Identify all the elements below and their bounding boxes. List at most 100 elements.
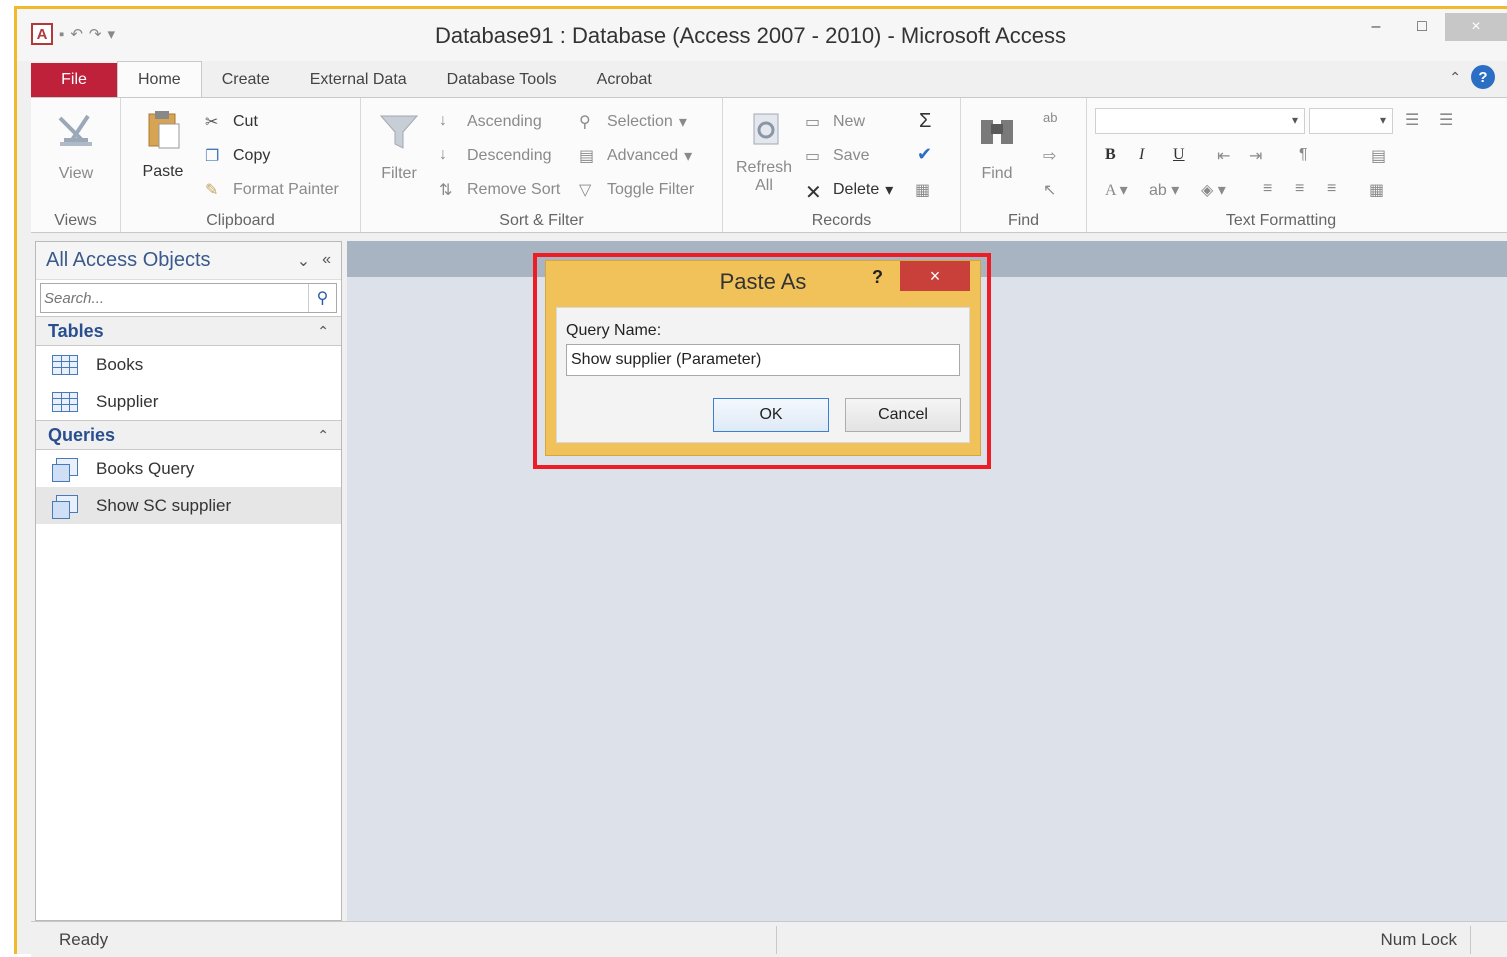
minimize-ribbon-icon[interactable]: ⌃ [1449,69,1461,86]
remove-sort-button[interactable]: ⇅ Remove Sort [439,180,560,200]
gridlines-button[interactable]: ▤ [1371,146,1386,166]
tab-external-data[interactable]: External Data [290,63,427,97]
copy-button[interactable]: ❐ Copy [205,146,270,166]
align-center-button[interactable]: ≡ [1295,180,1304,198]
selection-button[interactable]: ⚲ Selection ▾ [579,112,687,132]
new-record-button[interactable]: ▭ New [805,112,865,132]
descending-button[interactable]: ↓ Descending [439,146,552,166]
dialog-help-icon[interactable]: ? [872,267,883,288]
search-icon[interactable]: ⚲ [308,284,336,312]
scissors-icon: ✂ [205,114,219,131]
font-name-dropdown[interactable]: ▾ [1095,108,1305,134]
font-color-button[interactable]: A ▾ [1105,180,1128,200]
nav-item-books-table[interactable]: Books [36,346,341,383]
status-ready: Ready [59,930,109,949]
increase-indent-button[interactable]: ⇥ [1249,146,1262,166]
nav-item-label: Supplier [96,391,159,411]
toggle-filter-button[interactable]: ▽ Toggle Filter [579,180,694,200]
save-icon[interactable]: ▪ [59,26,64,43]
format-painter-button[interactable]: ✎ Format Painter [205,180,339,200]
nav-item-books-query[interactable]: Books Query [36,450,341,487]
cancel-button[interactable]: Cancel [845,398,961,432]
save-label: Save [833,147,870,164]
tab-home[interactable]: Home [117,61,202,97]
view-label: View [58,165,94,182]
access-app-icon[interactable]: A [31,23,53,45]
refresh-all-button[interactable]: Refresh All [729,110,799,195]
nav-pane-header[interactable]: All Access Objects ⌄ « [36,242,341,280]
more-records-button[interactable]: ▦ [915,180,930,200]
query-name-input[interactable] [566,344,960,376]
views-group: View Views [31,98,121,232]
ok-button[interactable]: OK [713,398,829,432]
replace-icon: ab [1043,110,1058,125]
minimize-button[interactable]: – [1353,13,1399,41]
maximize-button[interactable]: □ [1399,13,1445,41]
dropdown-arrow-icon: ▾ [885,182,894,199]
format-painter-label: Format Painter [233,181,339,198]
bold-button[interactable]: B [1105,146,1116,164]
table-grid-icon: ▦ [1369,182,1385,199]
new-record-icon: ▭ [805,114,821,131]
undo-icon[interactable]: ↶ [70,25,83,43]
underline-button[interactable]: U [1173,146,1185,164]
shutter-bar-collapse-icon[interactable]: « [322,251,331,271]
dialog-close-button[interactable]: × [900,261,970,291]
nav-search-input[interactable] [41,284,308,312]
highlight-button[interactable]: ab ▾ [1149,180,1179,200]
nav-item-supplier-table[interactable]: Supplier [36,383,341,420]
paragraph-button[interactable]: ¶ [1299,146,1308,164]
totals-button[interactable]: Σ [919,110,931,133]
tab-file[interactable]: File [31,63,117,97]
go-to-button[interactable]: ⇨ [1043,146,1056,166]
advanced-label: Advanced [607,147,679,164]
spelling-button[interactable]: ✔ [917,144,932,165]
bullets-button[interactable]: ☰ [1405,110,1419,130]
alternate-row-color-button[interactable]: ▦ [1369,180,1384,200]
cut-button[interactable]: ✂ Cut [205,112,258,132]
decrease-indent-button[interactable]: ⇤ [1217,146,1230,166]
more-grid-icon: ▦ [915,182,931,199]
paste-button[interactable]: Paste [133,108,193,181]
navigation-pane: All Access Objects ⌄ « ⚲ Tables ⌃ Books … [35,241,342,921]
section-tables[interactable]: Tables ⌃ [36,316,341,346]
delete-label: Delete [833,181,880,198]
toggle-filter-label: Toggle Filter [607,181,695,198]
font-size-dropdown[interactable]: ▾ [1309,108,1393,134]
save-record-button[interactable]: ▭ Save [805,146,869,166]
delete-record-button[interactable]: ✕ Delete ▾ [805,180,894,204]
table-icon [52,391,78,412]
records-group-label: Records [811,212,872,229]
tab-acrobat[interactable]: Acrobat [577,63,672,97]
sort-ascending-icon: ↓ [439,112,447,129]
delete-x-icon: ✕ [805,182,822,204]
nav-menu-dropdown-icon[interactable]: ⌄ [297,251,310,271]
advanced-filter-icon: ▤ [579,148,595,165]
find-label: Find [981,165,1013,182]
nav-item-show-sc-supplier-query[interactable]: Show SC supplier [36,487,341,524]
fill-color-button[interactable]: ◈ ▾ [1201,180,1226,200]
close-button[interactable]: × [1445,13,1507,41]
align-left-button[interactable]: ≡ [1263,180,1272,198]
align-right-button[interactable]: ≡ [1327,180,1336,198]
italic-button[interactable]: I [1139,146,1144,164]
customize-qat-icon[interactable]: ▾ [107,25,115,43]
select-button[interactable]: ↖ [1043,180,1056,200]
selection-filter-icon: ⚲ [579,114,591,131]
redo-icon[interactable]: ↷ [89,25,102,43]
filter-button[interactable]: Filter [369,110,429,183]
replace-button[interactable]: ab [1043,110,1057,125]
find-button[interactable]: Find [967,110,1027,183]
collapse-chevron-icon: ⌃ [317,426,329,443]
ascending-button[interactable]: ↓ Ascending [439,112,542,132]
section-queries[interactable]: Queries ⌃ [36,420,341,450]
help-icon[interactable]: ? [1471,65,1495,89]
find-group: Find ab ⇨ ↖ Find [961,98,1087,232]
advanced-button[interactable]: ▤ Advanced ▾ [579,146,692,166]
tab-create[interactable]: Create [202,63,290,97]
tab-database-tools[interactable]: Database Tools [427,63,577,97]
nav-item-label: Books [96,354,144,374]
view-button[interactable]: View [41,110,111,183]
paste-as-dialog: Paste As ? × Query Name: OK Cancel [545,260,981,456]
numbering-button[interactable]: ☰ [1439,110,1453,130]
